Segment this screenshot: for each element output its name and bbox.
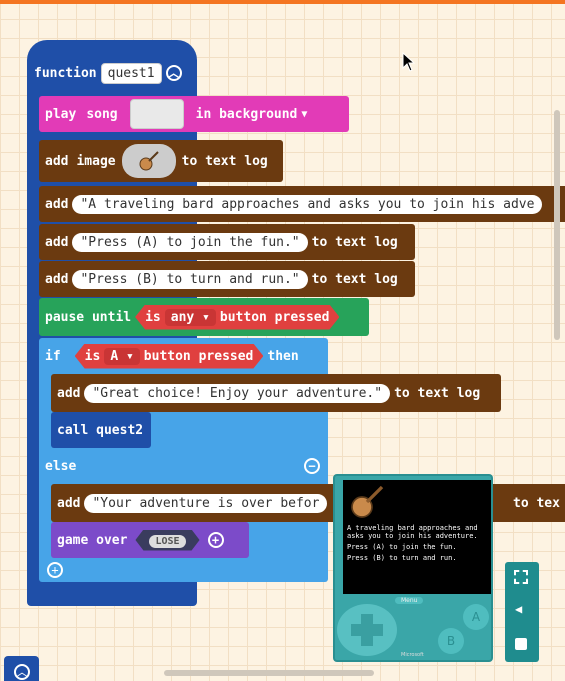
collapsed-function-block[interactable]: ︿ — [4, 656, 39, 681]
function-keyword: function — [34, 65, 97, 81]
add-label: add — [45, 271, 69, 287]
song-label: song — [86, 106, 118, 122]
expand-icon[interactable] — [514, 570, 528, 584]
add-icon[interactable]: + — [47, 562, 63, 578]
function-header[interactable]: function quest1 ︿ — [27, 58, 182, 88]
is-label: is — [84, 348, 101, 364]
play-label: play — [45, 106, 77, 122]
top-accent-bar — [0, 0, 565, 4]
banjo-icon[interactable] — [121, 144, 176, 178]
add-press-b-block[interactable]: add "Press (B) to turn and run." to text… — [39, 261, 415, 297]
dpad[interactable] — [337, 604, 397, 656]
pause-until-label: pause until — [45, 309, 132, 325]
add-press-a-block[interactable]: add "Press (A) to join the fun." to text… — [39, 224, 415, 260]
to-text-log-label: to text log — [181, 153, 268, 169]
to-text-log-label: to tex — [513, 495, 560, 511]
is-label: is — [145, 309, 161, 325]
volume-icon[interactable]: ◀ — [515, 602, 522, 616]
to-text-log-label: to text log — [311, 234, 398, 250]
if-label: if — [45, 348, 61, 364]
else-label: else — [45, 458, 77, 474]
then-label: then — [267, 348, 299, 364]
press-a-text-field[interactable]: "Press (A) to join the fun." — [72, 232, 308, 252]
press-b-text-field[interactable]: "Press (B) to turn and run." — [72, 269, 308, 289]
any-dropdown[interactable]: any ▾ — [165, 309, 216, 326]
song-field[interactable] — [129, 99, 184, 129]
simulator-toolbar: ◀ — [505, 562, 539, 662]
screen-text-bard: A traveling bard approaches and asks you… — [347, 524, 478, 540]
add-great-choice-block[interactable]: add "Great choice! Enjoy your adventure.… — [51, 374, 501, 412]
adventure-over-text-field[interactable]: "Your adventure is over befor — [84, 493, 328, 513]
image-label: image — [76, 153, 116, 169]
menu-button[interactable]: Menu — [395, 597, 424, 604]
to-text-log-label: to text log — [394, 385, 481, 401]
add-label: add — [57, 385, 81, 401]
to-text-log-label: to text log — [311, 271, 398, 287]
else-header[interactable]: else − — [39, 450, 328, 482]
call-quest2-block[interactable]: call quest2 — [51, 412, 151, 448]
banjo-icon — [351, 485, 384, 518]
button-b[interactable]: B — [438, 628, 464, 654]
lose-field[interactable]: LOSE — [135, 530, 199, 551]
horizontal-scrollbar[interactable] — [164, 670, 374, 676]
play-song-block[interactable]: play song in background ▼ — [39, 96, 349, 132]
button-a[interactable]: A — [463, 604, 489, 630]
button-pressed-label: button pressed — [219, 309, 330, 325]
add-label: add — [45, 153, 69, 169]
pause-until-block[interactable]: pause until is any ▾ button pressed — [39, 298, 369, 336]
stop-icon[interactable] — [515, 638, 527, 650]
cursor-icon — [402, 52, 416, 72]
add-bard-text-block[interactable]: add "A traveling bard approaches and ask… — [39, 186, 565, 222]
screen-text-press-b: Press (B) to turn and run. — [347, 554, 457, 562]
add-label: add — [57, 495, 81, 511]
a-button-pressed-condition[interactable]: is A ▾ button pressed — [75, 344, 264, 369]
add-label: add — [45, 196, 69, 212]
game-simulator[interactable]: A traveling bard approaches and asks you… — [333, 474, 493, 662]
add-image-block[interactable]: add image to text log — [39, 140, 283, 182]
button-pressed-label: button pressed — [143, 348, 254, 364]
game-over-label: game over — [57, 532, 128, 548]
collapse-icon[interactable]: ︿ — [14, 664, 30, 680]
add-label: add — [45, 234, 69, 250]
collapse-icon[interactable]: ︿ — [165, 65, 182, 81]
remove-icon[interactable]: − — [304, 458, 320, 474]
game-over-block[interactable]: game over LOSE + — [51, 522, 249, 558]
add-icon[interactable]: + — [207, 532, 224, 548]
vertical-scrollbar[interactable] — [554, 110, 560, 340]
bard-text-field[interactable]: "A traveling bard approaches and asks yo… — [72, 194, 543, 214]
function-name-field[interactable]: quest1 — [100, 62, 162, 84]
screen-text-press-a: Press (A) to join the fun. — [347, 543, 457, 551]
background-dropdown-label[interactable]: in background — [196, 107, 298, 122]
call-quest2-label: call quest2 — [57, 422, 144, 438]
button-a-dropdown[interactable]: A ▾ — [104, 348, 139, 365]
brand-label: Microsoft — [401, 652, 424, 658]
chevron-down-icon[interactable]: ▼ — [301, 109, 307, 120]
any-button-pressed-condition[interactable]: is any ▾ button pressed — [135, 305, 339, 330]
simulator-screen[interactable]: A traveling bard approaches and asks you… — [343, 480, 491, 594]
great-choice-text-field[interactable]: "Great choice! Enjoy your adventure." — [84, 383, 391, 403]
if-header[interactable]: if is A ▾ button pressed then — [39, 338, 299, 374]
